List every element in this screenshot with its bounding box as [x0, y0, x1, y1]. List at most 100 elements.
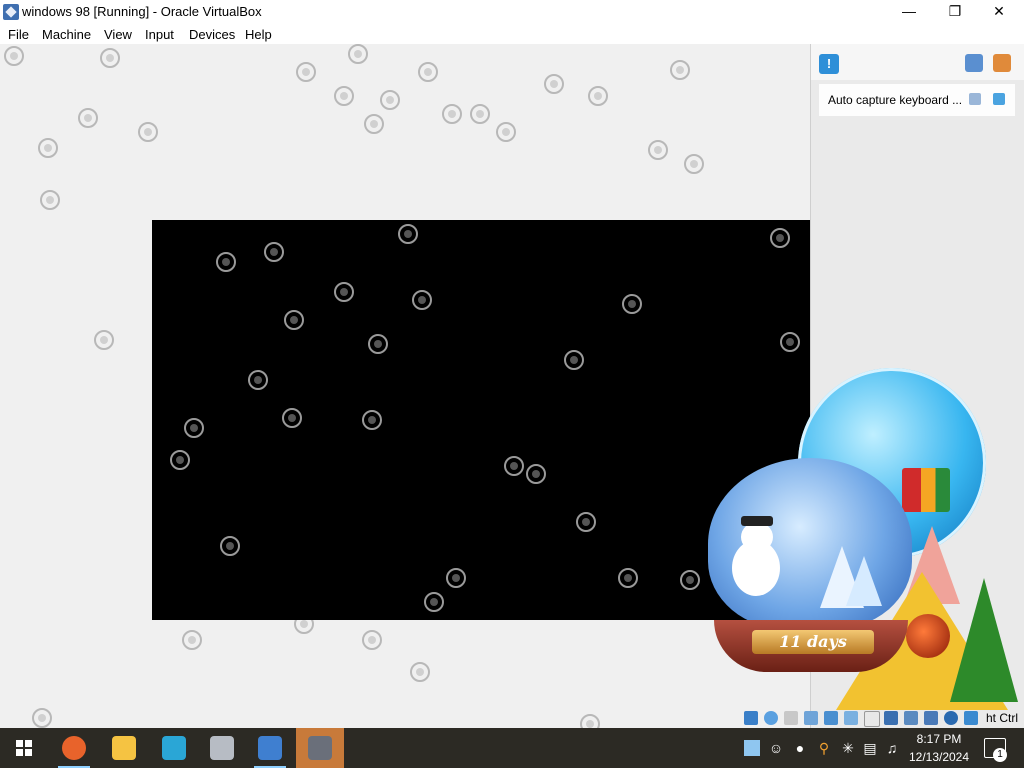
snowflake	[418, 62, 438, 82]
snowflake	[504, 456, 524, 476]
snowy-tree-decoration	[846, 556, 882, 606]
snowflake	[544, 74, 564, 94]
keyboard-capture-icon[interactable]	[964, 711, 978, 725]
notification-count-badge: 1	[993, 748, 1007, 762]
snowflake	[368, 334, 388, 354]
snowflake	[680, 570, 700, 590]
snowflake	[380, 90, 400, 110]
tray-people-icon[interactable]: ☺	[768, 740, 784, 756]
audio-icon[interactable]	[804, 711, 818, 725]
vb-tool-icon	[162, 736, 186, 760]
taskbar-virtualbox-active[interactable]	[296, 728, 344, 768]
guest-display-area[interactable]	[0, 44, 872, 734]
menu-devices[interactable]: Devices	[189, 27, 235, 42]
snowflake	[78, 108, 98, 128]
snowflake	[576, 512, 596, 532]
snowflake	[648, 140, 668, 160]
snowflake	[334, 86, 354, 106]
notification-clear-icon[interactable]	[993, 54, 1011, 72]
menu-bar: File Machine View Input Devices Help	[0, 24, 1024, 44]
snowflake	[398, 224, 418, 244]
snowflake	[588, 86, 608, 106]
menu-file[interactable]: File	[8, 27, 29, 42]
snowflake	[780, 332, 800, 352]
ornament-decoration	[906, 614, 950, 658]
usb-icon[interactable]	[844, 711, 858, 725]
snowflake	[564, 350, 584, 370]
snowflake	[264, 242, 284, 262]
notification-keep-icon[interactable]	[969, 93, 981, 105]
optical-drive-icon[interactable]	[764, 711, 778, 725]
snowflake	[410, 662, 430, 682]
snowflake	[100, 48, 120, 68]
tray-network-icon[interactable]: ▤	[862, 740, 878, 756]
snowflake	[220, 536, 240, 556]
virtualbox-status-bar	[744, 710, 1024, 728]
network-icon[interactable]	[824, 711, 838, 725]
windows-logo-icon	[16, 740, 32, 756]
taskbar-file-explorer[interactable]	[100, 728, 148, 768]
virtualbox-icon	[308, 736, 332, 760]
notification-item[interactable]: Auto capture keyboard ...	[819, 84, 1015, 116]
clock-time: 8:17 PM	[916, 732, 962, 746]
tray-search-icon[interactable]: ⚲	[816, 740, 832, 756]
snowflake	[446, 568, 466, 588]
start-button[interactable]	[0, 728, 48, 768]
menu-view[interactable]: View	[104, 27, 132, 42]
snowflake	[424, 592, 444, 612]
christmas-tree-decoration	[950, 578, 1018, 702]
notification-panel-toolbar: !	[811, 44, 1024, 80]
snowflake	[182, 630, 202, 650]
snowflake	[684, 154, 704, 174]
snowflake	[442, 104, 462, 124]
window-title: windows 98 [Running] - Oracle VirtualBox	[22, 4, 262, 19]
taskbar-windows98[interactable]	[246, 728, 294, 768]
taskbar-clock[interactable]: 8:17 PM 12/13/2024	[904, 730, 974, 766]
shared-folders-icon[interactable]	[864, 711, 880, 727]
notification-info-icon[interactable]: !	[819, 54, 839, 74]
snowflake	[4, 46, 24, 66]
menu-help[interactable]: Help	[245, 27, 272, 42]
snowflake	[216, 252, 236, 272]
tray-drop-icon[interactable]: ●	[792, 740, 808, 756]
menu-machine[interactable]: Machine	[42, 27, 91, 42]
menu-input[interactable]: Input	[145, 27, 174, 42]
display-icon[interactable]	[884, 711, 898, 725]
snowflake	[470, 104, 490, 124]
close-button[interactable]: ✕	[976, 0, 1022, 24]
recording-icon[interactable]	[904, 711, 918, 725]
snowflake	[362, 630, 382, 650]
tray-snowflake-icon[interactable]: ✳	[840, 740, 856, 756]
taskbar-disk-app[interactable]	[198, 728, 246, 768]
gift-boxes-decoration	[902, 468, 950, 512]
snowflake	[334, 282, 354, 302]
tray-app-icon[interactable]	[744, 740, 760, 756]
mouse-integration-icon[interactable]	[944, 711, 958, 725]
notification-sort-icon[interactable]	[965, 54, 983, 72]
notification-dismiss-icon[interactable]	[993, 93, 1005, 105]
taskbar-vb-tool[interactable]	[150, 728, 198, 768]
firefox-icon	[62, 736, 86, 760]
restore-button[interactable]: ❐	[932, 0, 978, 24]
windows98-icon	[258, 736, 282, 760]
snowflake	[670, 60, 690, 80]
host-key-label: ht Ctrl	[986, 711, 1019, 725]
snowflake	[770, 228, 790, 248]
snowflake	[412, 290, 432, 310]
snowflake	[94, 330, 114, 350]
clock-date: 12/13/2024	[908, 750, 970, 764]
cpu-icon[interactable]	[924, 711, 938, 725]
snowflake	[622, 294, 642, 314]
snowman-hat	[741, 516, 773, 526]
taskbar-firefox[interactable]	[50, 728, 98, 768]
virtualbox-app-icon	[3, 4, 19, 20]
tray-volume-muted-icon[interactable]: ♫	[884, 740, 900, 756]
snowflake	[184, 418, 204, 438]
hard-disk-icon[interactable]	[744, 711, 758, 725]
floppy-icon[interactable]	[784, 711, 798, 725]
snowflake	[40, 190, 60, 210]
snowflake	[38, 138, 58, 158]
taskbar: ☺ ● ⚲ ✳ ▤ ♫ 8:17 PM 12/13/2024 1	[0, 728, 1024, 768]
minimize-button[interactable]: —	[886, 0, 932, 24]
snowflake	[364, 114, 384, 134]
